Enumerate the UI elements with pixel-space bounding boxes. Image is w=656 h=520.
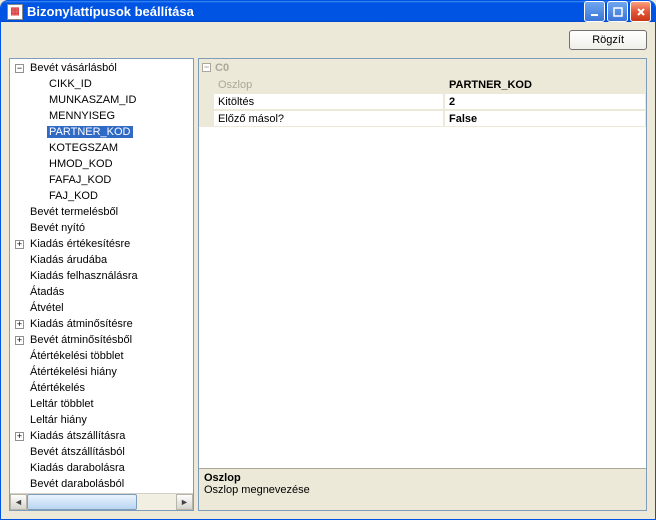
tree-item[interactable]: Kiadás felhasználásra bbox=[12, 268, 193, 284]
tree-item-label: Leltár hiány bbox=[28, 414, 89, 426]
tree-item[interactable]: Bevét nyító bbox=[12, 220, 193, 236]
close-button[interactable] bbox=[630, 1, 651, 22]
tree-item[interactable]: MUNKASZAM_ID bbox=[12, 92, 193, 108]
tree-item-label: Kiadás felhasználásra bbox=[28, 270, 140, 282]
tree-item-label: MENNYISEG bbox=[47, 110, 117, 122]
expand-icon[interactable]: + bbox=[15, 336, 24, 345]
property-value[interactable]: 2 bbox=[444, 93, 646, 110]
tree-item[interactable]: Leltár hiány bbox=[12, 412, 193, 428]
help-title: Oszlop bbox=[204, 472, 641, 484]
tree-item[interactable]: PARTNER_KOD bbox=[12, 124, 193, 140]
tree-item[interactable]: Átértékelés bbox=[12, 380, 193, 396]
tree-item-label: Bevét vásárlásból bbox=[28, 62, 119, 74]
tree-item-label: Bevét nyító bbox=[28, 222, 87, 234]
scroll-thumb[interactable] bbox=[27, 494, 137, 510]
property-value[interactable]: False bbox=[444, 110, 646, 127]
tree-item-label: Kiadás átszállításra bbox=[28, 430, 127, 442]
tree-item[interactable]: Átadás bbox=[12, 284, 193, 300]
property-row[interactable]: Előző másol?False bbox=[199, 110, 646, 127]
expand-icon[interactable]: + bbox=[15, 240, 24, 249]
tree-item-label: MUNKASZAM_ID bbox=[47, 94, 138, 106]
tree-item[interactable]: Leltár többlet bbox=[12, 396, 193, 412]
tree-item-label: FAJ_KOD bbox=[47, 190, 100, 202]
tree-item-label: Átvétel bbox=[28, 302, 66, 314]
tree-item-label: Kiadás darabolásra bbox=[28, 462, 127, 474]
tree-item[interactable]: + Kiadás átminősítésre bbox=[12, 316, 193, 332]
tree-item-label: Bevét termelésből bbox=[28, 206, 120, 218]
tree-item[interactable]: FAFAJ_KOD bbox=[12, 172, 193, 188]
help-text: Oszlop megnevezése bbox=[204, 484, 641, 496]
category-label: C0 bbox=[215, 62, 229, 74]
expand-icon[interactable]: + bbox=[15, 432, 24, 441]
tree-item-label: KOTEGSZAM bbox=[47, 142, 120, 154]
tree-item-label: Kiadás átminősítésre bbox=[28, 318, 135, 330]
tree-view[interactable]: −Bevét vásárlásból CIKK_ID MUNKASZAM_ID MEN… bbox=[9, 58, 194, 511]
tree-item[interactable]: Átvétel bbox=[12, 300, 193, 316]
tree-item-label: Bevét átminősítésből bbox=[28, 334, 134, 346]
tree-item-label: Kiadás árudába bbox=[28, 254, 109, 266]
property-name: Előző másol? bbox=[214, 110, 444, 127]
collapse-icon[interactable]: − bbox=[202, 63, 211, 72]
maximize-button[interactable] bbox=[607, 1, 628, 22]
tree-item-label: Átértékelési többlet bbox=[28, 350, 126, 362]
tree-item[interactable]: MENNYISEG bbox=[12, 108, 193, 124]
property-grid[interactable]: −C0OszlopPARTNER_KODKitöltés2Előző másol… bbox=[198, 58, 647, 511]
tree-item-label: FAFAJ_KOD bbox=[47, 174, 113, 186]
property-row[interactable]: Kitöltés2 bbox=[199, 93, 646, 110]
tree-item-label: Átértékelési hiány bbox=[28, 366, 119, 378]
tree-item-label: Bevét átszállításból bbox=[28, 446, 127, 458]
scroll-left-button[interactable]: ◄ bbox=[10, 494, 27, 510]
tree-item[interactable]: + Kiadás átszállításra bbox=[12, 428, 193, 444]
property-help: Oszlop Oszlop megnevezése bbox=[199, 468, 646, 510]
property-value[interactable]: PARTNER_KOD bbox=[444, 76, 646, 93]
titlebar[interactable]: ▦ Bizonylattípusok beállítása bbox=[1, 1, 655, 22]
property-name: Kitöltés bbox=[214, 93, 444, 110]
save-button[interactable]: Rögzít bbox=[569, 30, 647, 50]
expand-icon[interactable]: + bbox=[15, 320, 24, 329]
tree-item[interactable]: + Kiadás értékesítésre bbox=[12, 236, 193, 252]
tree-item-label: Leltár többlet bbox=[28, 398, 96, 410]
tree-item-label: CIKK_ID bbox=[47, 78, 94, 90]
collapse-icon[interactable]: − bbox=[15, 64, 24, 73]
tree-item[interactable]: KOTEGSZAM bbox=[12, 140, 193, 156]
tree-item-label: Átértékelés bbox=[28, 382, 87, 394]
tree-item-label: Kiadás értékesítésre bbox=[28, 238, 132, 250]
scroll-right-button[interactable]: ► bbox=[176, 494, 193, 510]
tree-item-label: Bevét darabolásból bbox=[28, 478, 126, 490]
tree-item[interactable]: Átértékelési többlet bbox=[12, 348, 193, 364]
tree-item-label: Átadás bbox=[28, 286, 66, 298]
tree-item[interactable]: Bevét termelésből bbox=[12, 204, 193, 220]
tree-item[interactable]: Bevét átszállításból bbox=[12, 444, 193, 460]
property-category[interactable]: −C0 bbox=[199, 59, 646, 76]
minimize-button[interactable] bbox=[584, 1, 605, 22]
tree-item[interactable]: CIKK_ID bbox=[12, 76, 193, 92]
tree-item[interactable]: Átértékelési hiány bbox=[12, 364, 193, 380]
tree-item[interactable]: Kiadás darabolásra bbox=[12, 460, 193, 476]
tree-item[interactable]: HMOD_KOD bbox=[12, 156, 193, 172]
app-icon: ▦ bbox=[7, 4, 23, 20]
property-name: Oszlop bbox=[214, 76, 444, 93]
window-title: Bizonylattípusok beállítása bbox=[27, 4, 584, 19]
tree-item[interactable]: + Bevét átminősítésből bbox=[12, 332, 193, 348]
property-row[interactable]: OszlopPARTNER_KOD bbox=[199, 76, 646, 93]
horizontal-scrollbar[interactable]: ◄ ► bbox=[10, 493, 193, 510]
tree-item[interactable]: −Bevét vásárlásból bbox=[12, 60, 193, 76]
tree-item[interactable]: Bevét darabolásból bbox=[12, 476, 193, 492]
tree-item[interactable]: FAJ_KOD bbox=[12, 188, 193, 204]
tree-item-label: HMOD_KOD bbox=[47, 158, 115, 170]
tree-item-label: PARTNER_KOD bbox=[47, 126, 133, 138]
tree-item[interactable]: Kiadás árudába bbox=[12, 252, 193, 268]
